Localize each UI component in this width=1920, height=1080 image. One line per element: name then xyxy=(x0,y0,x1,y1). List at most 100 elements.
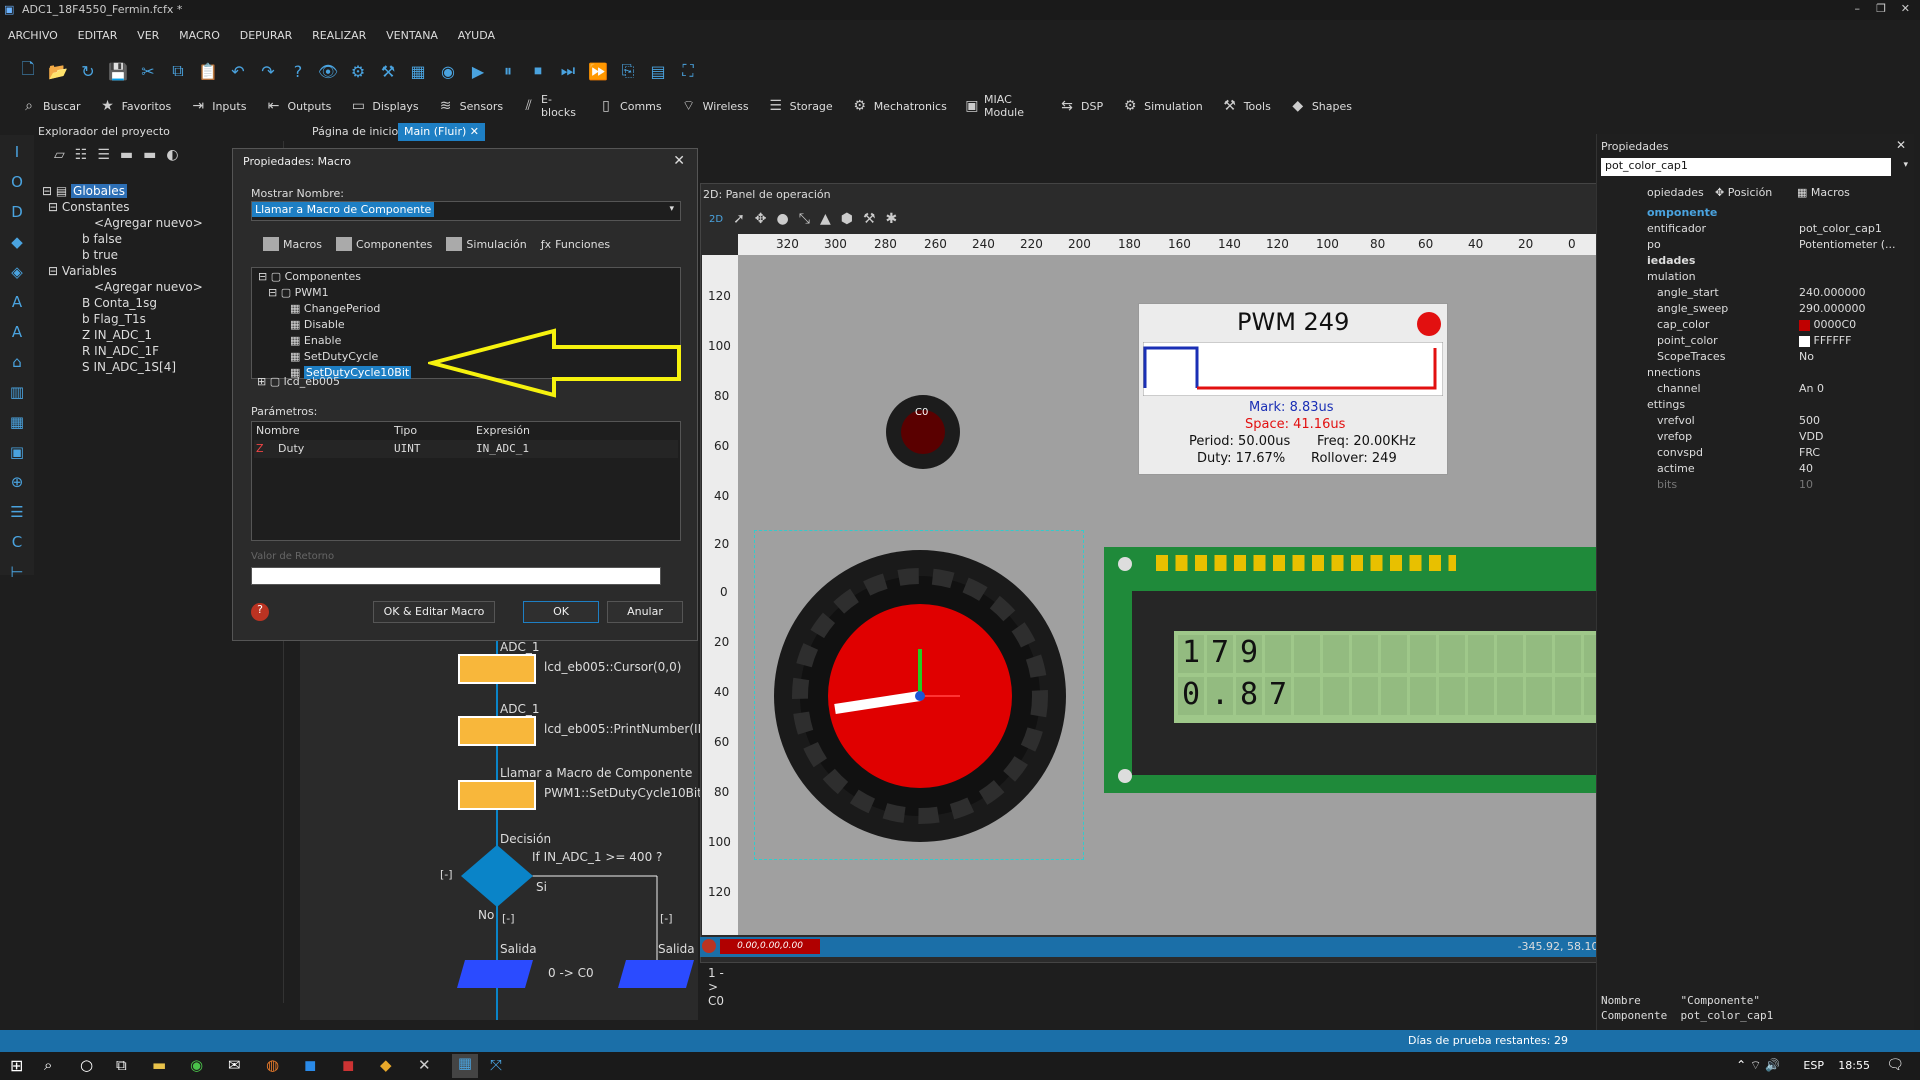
collapse-toggle[interactable]: [-] xyxy=(660,912,673,925)
new-file-icon[interactable]: 🗋 xyxy=(16,59,40,83)
delay-tool-icon[interactable]: D xyxy=(6,203,28,225)
tree-pwm1[interactable]: ⊟ ▢ PWM1 xyxy=(268,286,329,299)
code-icon[interactable]: ⎘ xyxy=(616,59,640,83)
help-icon[interactable]: ? xyxy=(286,59,310,83)
ptab-position[interactable]: ✥ Posición xyxy=(1715,186,1772,199)
redo-icon[interactable]: ↷ xyxy=(256,59,280,83)
task-view-icon[interactable]: ⧉ xyxy=(116,1056,127,1074)
tree-var-flag[interactable]: b Flag_T1s xyxy=(42,311,203,327)
pan-icon[interactable]: ✥ xyxy=(755,211,767,227)
prop-value[interactable]: 290.000000 xyxy=(1799,302,1865,315)
tree-true[interactable]: b true xyxy=(42,247,203,263)
wrench-icon[interactable]: ⚒ xyxy=(863,211,876,227)
collapse-toggle[interactable]: [-] xyxy=(502,912,515,925)
prop-value[interactable]: No xyxy=(1799,350,1814,363)
prop-value[interactable]: An 0 xyxy=(1799,382,1824,395)
chrome-icon[interactable]: ◉ xyxy=(190,1056,203,1074)
led-c0[interactable]: C0 xyxy=(886,395,960,469)
step-over-icon[interactable]: ⏩ xyxy=(586,59,610,83)
menu-realizar[interactable]: REALIZAR xyxy=(304,26,374,45)
help-icon[interactable]: ? xyxy=(251,603,269,621)
connection-tool-icon[interactable]: A xyxy=(6,323,28,345)
dialog-close-icon[interactable]: ✕ xyxy=(673,153,685,169)
return-field[interactable] xyxy=(251,567,661,585)
tb-tools[interactable]: ⚒ Tools xyxy=(1217,97,1275,115)
maximize-icon[interactable]: ❐ xyxy=(1876,2,1886,15)
cube-icon[interactable]: ⬢ xyxy=(841,211,853,227)
grid-icon[interactable]: ▤ xyxy=(646,59,670,83)
windows-start-icon[interactable]: ⊞ xyxy=(10,1056,23,1075)
chevron-down-icon[interactable]: ▾ xyxy=(1903,160,1908,170)
pwm-scope[interactable]: PWM 249 Mark: 8.83us Space: 41.16us Peri… xyxy=(1138,303,1448,475)
dtab-funciones[interactable]: ƒx Funciones xyxy=(541,237,610,251)
dtab-macros[interactable]: Macros xyxy=(263,237,322,251)
macro-tool-icon[interactable]: ▥ xyxy=(6,383,28,405)
chip-icon[interactable]: ▦ xyxy=(406,59,430,83)
cortana-icon[interactable]: ○ xyxy=(80,1056,93,1074)
menu-depurar[interactable]: DEPURAR xyxy=(232,26,300,45)
tab-home[interactable]: Página de inicio xyxy=(306,123,404,141)
prop-value[interactable]: VDD xyxy=(1799,430,1823,443)
comment-tool-icon[interactable]: C xyxy=(6,533,28,555)
macro-block-pwm[interactable] xyxy=(458,780,536,810)
tree-var-inadc1s[interactable]: S IN_ADC_1S[4] xyxy=(42,359,203,375)
sphere-icon[interactable]: ● xyxy=(777,211,789,227)
input-language[interactable]: ESP xyxy=(1803,1059,1824,1072)
tree-icon[interactable]: ☰ xyxy=(97,147,110,163)
dtab-componentes[interactable]: Componentes xyxy=(336,237,432,251)
tb-shapes[interactable]: ◆ Shapes xyxy=(1285,97,1356,115)
search-icon[interactable]: ⌕ xyxy=(44,1056,52,1074)
show-name-field[interactable]: Llamar a Macro de Componente ▾ xyxy=(251,201,681,221)
module-icon[interactable]: ▬ xyxy=(143,147,156,163)
tree-globales[interactable]: ⊟ ▤ Globales xyxy=(42,183,203,199)
block-icon[interactable]: ▬ xyxy=(120,147,133,163)
tb-eblocks[interactable]: ⫽ E-blocks xyxy=(517,93,583,119)
view-icon[interactable]: 👁 xyxy=(316,59,340,83)
flowchart-canvas[interactable]: ADC_1 lcd_eb005::Cursor(0,0) ADC_1 lcd_e… xyxy=(300,640,724,1020)
compile-icon[interactable]: ⚙ xyxy=(346,59,370,83)
app-icon[interactable]: ◼ xyxy=(304,1056,316,1074)
chevron-down-icon[interactable]: ▾ xyxy=(669,204,674,214)
tb-comms[interactable]: ▯ Comms xyxy=(593,97,666,115)
lcd-board[interactable]: 1 7 9 0 . 8 7 xyxy=(1104,547,1646,793)
scale-icon[interactable]: ⤡ xyxy=(799,211,810,227)
tree-componentes[interactable]: ⊟ ▢ Componentes xyxy=(258,270,361,283)
tab-close-icon[interactable]: ✕ xyxy=(470,125,479,138)
menu-ver[interactable]: VER xyxy=(129,26,167,45)
clock[interactable]: 18:55 xyxy=(1838,1059,1870,1072)
open-folder-icon[interactable]: 📂 xyxy=(46,59,70,83)
scope-icon[interactable]: ⛶ xyxy=(676,59,700,83)
mail-icon[interactable]: ✉ xyxy=(228,1056,241,1074)
list-icon[interactable]: ☷ xyxy=(75,147,88,163)
cancel-button[interactable]: Anular xyxy=(607,601,683,623)
cut-icon[interactable]: ✂ xyxy=(136,59,160,83)
paste-icon[interactable]: 📋 xyxy=(196,59,220,83)
events-icon[interactable]: ◐ xyxy=(166,147,178,163)
calc-tool-icon[interactable]: A xyxy=(6,293,28,315)
prop-value[interactable]: 40 xyxy=(1799,462,1813,475)
tab-main[interactable]: Main (Fluir) ✕ xyxy=(398,123,485,141)
ptab-properties[interactable]: opiedades xyxy=(1647,186,1704,199)
menu-ayuda[interactable]: AYUDA xyxy=(450,26,503,45)
tb-miac[interactable]: ▣ MIAC Module xyxy=(961,93,1044,119)
decision-tool-icon[interactable]: ◆ xyxy=(6,233,28,255)
notifications-icon[interactable]: 🗨 xyxy=(1886,1057,1904,1073)
switch-tool-icon[interactable]: ◈ xyxy=(6,263,28,285)
firefox-icon[interactable]: ◍ xyxy=(266,1056,279,1074)
macro-block-print[interactable] xyxy=(458,716,536,746)
tray-icons[interactable]: ⌃ ⌔ 🔊 xyxy=(1736,1058,1780,1073)
stop-icon[interactable]: ⏹ xyxy=(526,59,550,83)
app-icon[interactable]: ⤧ xyxy=(490,1056,502,1074)
filter-icon[interactable]: ▱ xyxy=(54,147,65,163)
ok-button[interactable]: OK xyxy=(523,601,599,623)
sim-tool-icon[interactable]: ▣ xyxy=(6,443,28,465)
refresh-icon[interactable]: ↻ xyxy=(76,59,100,83)
macro-block-cursor[interactable] xyxy=(458,654,536,684)
code-tool-icon[interactable]: ☰ xyxy=(6,503,28,525)
flowcode-taskbar-icon[interactable]: ▦ xyxy=(452,1054,478,1078)
prop-value[interactable]: FRC xyxy=(1799,446,1820,459)
tree-var-inadc1[interactable]: Z IN_ADC_1 xyxy=(42,327,203,343)
build-icon[interactable]: ⚒ xyxy=(376,59,400,83)
potentiometer[interactable] xyxy=(754,530,1084,860)
2d-icon[interactable]: 2D xyxy=(709,214,723,225)
